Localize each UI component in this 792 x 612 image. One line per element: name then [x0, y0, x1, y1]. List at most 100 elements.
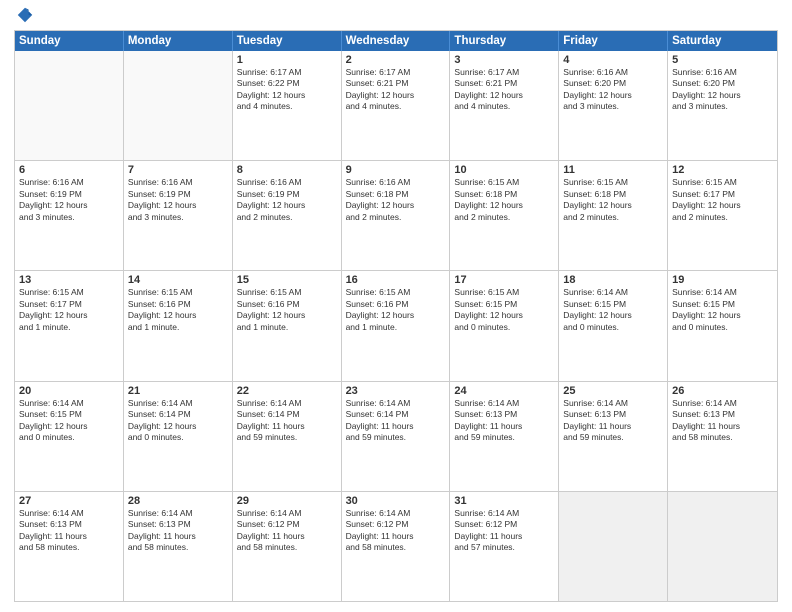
cell-info-text: Sunrise: 6:17 AMSunset: 6:22 PMDaylight:…	[237, 67, 337, 113]
cal-cell: 17Sunrise: 6:15 AMSunset: 6:15 PMDayligh…	[450, 271, 559, 380]
day-number: 8	[237, 164, 337, 176]
cell-info-text: Sunrise: 6:16 AMSunset: 6:19 PMDaylight:…	[128, 177, 228, 223]
day-number: 30	[346, 495, 446, 507]
cell-info-text: Sunrise: 6:14 AMSunset: 6:15 PMDaylight:…	[672, 287, 773, 333]
cell-info-text: Sunrise: 6:15 AMSunset: 6:18 PMDaylight:…	[563, 177, 663, 223]
day-number: 29	[237, 495, 337, 507]
cal-cell: 18Sunrise: 6:14 AMSunset: 6:15 PMDayligh…	[559, 271, 668, 380]
cell-info-text: Sunrise: 6:16 AMSunset: 6:18 PMDaylight:…	[346, 177, 446, 223]
day-number: 22	[237, 385, 337, 397]
day-number: 7	[128, 164, 228, 176]
cal-cell: 16Sunrise: 6:15 AMSunset: 6:16 PMDayligh…	[342, 271, 451, 380]
cell-info-text: Sunrise: 6:14 AMSunset: 6:15 PMDaylight:…	[19, 398, 119, 444]
cell-info-text: Sunrise: 6:15 AMSunset: 6:17 PMDaylight:…	[19, 287, 119, 333]
cal-cell: 13Sunrise: 6:15 AMSunset: 6:17 PMDayligh…	[15, 271, 124, 380]
day-number: 23	[346, 385, 446, 397]
cell-info-text: Sunrise: 6:16 AMSunset: 6:20 PMDaylight:…	[672, 67, 773, 113]
cal-cell: 3Sunrise: 6:17 AMSunset: 6:21 PMDaylight…	[450, 51, 559, 160]
cell-info-text: Sunrise: 6:14 AMSunset: 6:13 PMDaylight:…	[672, 398, 773, 444]
day-number: 10	[454, 164, 554, 176]
cell-info-text: Sunrise: 6:14 AMSunset: 6:12 PMDaylight:…	[346, 508, 446, 554]
header-cell-monday: Monday	[124, 31, 233, 51]
cal-cell: 15Sunrise: 6:15 AMSunset: 6:16 PMDayligh…	[233, 271, 342, 380]
calendar-row-4: 20Sunrise: 6:14 AMSunset: 6:15 PMDayligh…	[15, 382, 777, 492]
cell-info-text: Sunrise: 6:16 AMSunset: 6:20 PMDaylight:…	[563, 67, 663, 113]
header-cell-sunday: Sunday	[15, 31, 124, 51]
cal-cell	[15, 51, 124, 160]
calendar-row-2: 6Sunrise: 6:16 AMSunset: 6:19 PMDaylight…	[15, 161, 777, 271]
day-number: 28	[128, 495, 228, 507]
day-number: 1	[237, 54, 337, 66]
header-cell-wednesday: Wednesday	[342, 31, 451, 51]
logo	[14, 10, 34, 24]
cell-info-text: Sunrise: 6:14 AMSunset: 6:15 PMDaylight:…	[563, 287, 663, 333]
cell-info-text: Sunrise: 6:15 AMSunset: 6:16 PMDaylight:…	[346, 287, 446, 333]
day-number: 27	[19, 495, 119, 507]
cal-cell: 6Sunrise: 6:16 AMSunset: 6:19 PMDaylight…	[15, 161, 124, 270]
cal-cell: 21Sunrise: 6:14 AMSunset: 6:14 PMDayligh…	[124, 382, 233, 491]
header	[14, 10, 778, 24]
cal-cell: 8Sunrise: 6:16 AMSunset: 6:19 PMDaylight…	[233, 161, 342, 270]
day-number: 14	[128, 274, 228, 286]
cal-cell: 4Sunrise: 6:16 AMSunset: 6:20 PMDaylight…	[559, 51, 668, 160]
cal-cell: 22Sunrise: 6:14 AMSunset: 6:14 PMDayligh…	[233, 382, 342, 491]
day-number: 11	[563, 164, 663, 176]
cal-cell: 5Sunrise: 6:16 AMSunset: 6:20 PMDaylight…	[668, 51, 777, 160]
cell-info-text: Sunrise: 6:14 AMSunset: 6:13 PMDaylight:…	[19, 508, 119, 554]
logo-icon	[16, 6, 34, 24]
calendar-header: SundayMondayTuesdayWednesdayThursdayFrid…	[15, 31, 777, 51]
cal-cell: 7Sunrise: 6:16 AMSunset: 6:19 PMDaylight…	[124, 161, 233, 270]
cal-cell: 28Sunrise: 6:14 AMSunset: 6:13 PMDayligh…	[124, 492, 233, 601]
day-number: 15	[237, 274, 337, 286]
calendar-row-1: 1Sunrise: 6:17 AMSunset: 6:22 PMDaylight…	[15, 51, 777, 161]
cell-info-text: Sunrise: 6:14 AMSunset: 6:12 PMDaylight:…	[454, 508, 554, 554]
day-number: 25	[563, 385, 663, 397]
header-cell-thursday: Thursday	[450, 31, 559, 51]
day-number: 31	[454, 495, 554, 507]
cell-info-text: Sunrise: 6:15 AMSunset: 6:16 PMDaylight:…	[237, 287, 337, 333]
day-number: 26	[672, 385, 773, 397]
cell-info-text: Sunrise: 6:16 AMSunset: 6:19 PMDaylight:…	[237, 177, 337, 223]
cal-cell: 27Sunrise: 6:14 AMSunset: 6:13 PMDayligh…	[15, 492, 124, 601]
cal-cell: 29Sunrise: 6:14 AMSunset: 6:12 PMDayligh…	[233, 492, 342, 601]
cal-cell: 23Sunrise: 6:14 AMSunset: 6:14 PMDayligh…	[342, 382, 451, 491]
cal-cell: 20Sunrise: 6:14 AMSunset: 6:15 PMDayligh…	[15, 382, 124, 491]
cell-info-text: Sunrise: 6:14 AMSunset: 6:14 PMDaylight:…	[346, 398, 446, 444]
cal-cell: 26Sunrise: 6:14 AMSunset: 6:13 PMDayligh…	[668, 382, 777, 491]
calendar-row-3: 13Sunrise: 6:15 AMSunset: 6:17 PMDayligh…	[15, 271, 777, 381]
cal-cell: 10Sunrise: 6:15 AMSunset: 6:18 PMDayligh…	[450, 161, 559, 270]
day-number: 17	[454, 274, 554, 286]
day-number: 19	[672, 274, 773, 286]
cell-info-text: Sunrise: 6:15 AMSunset: 6:18 PMDaylight:…	[454, 177, 554, 223]
cal-cell: 14Sunrise: 6:15 AMSunset: 6:16 PMDayligh…	[124, 271, 233, 380]
cell-info-text: Sunrise: 6:14 AMSunset: 6:14 PMDaylight:…	[128, 398, 228, 444]
cal-cell	[668, 492, 777, 601]
header-cell-saturday: Saturday	[668, 31, 777, 51]
calendar-body: 1Sunrise: 6:17 AMSunset: 6:22 PMDaylight…	[15, 51, 777, 601]
cell-info-text: Sunrise: 6:14 AMSunset: 6:14 PMDaylight:…	[237, 398, 337, 444]
header-cell-friday: Friday	[559, 31, 668, 51]
day-number: 16	[346, 274, 446, 286]
cell-info-text: Sunrise: 6:15 AMSunset: 6:15 PMDaylight:…	[454, 287, 554, 333]
day-number: 21	[128, 385, 228, 397]
cal-cell: 1Sunrise: 6:17 AMSunset: 6:22 PMDaylight…	[233, 51, 342, 160]
calendar-row-5: 27Sunrise: 6:14 AMSunset: 6:13 PMDayligh…	[15, 492, 777, 601]
cal-cell: 11Sunrise: 6:15 AMSunset: 6:18 PMDayligh…	[559, 161, 668, 270]
day-number: 3	[454, 54, 554, 66]
cell-info-text: Sunrise: 6:14 AMSunset: 6:13 PMDaylight:…	[128, 508, 228, 554]
cal-cell: 30Sunrise: 6:14 AMSunset: 6:12 PMDayligh…	[342, 492, 451, 601]
calendar: SundayMondayTuesdayWednesdayThursdayFrid…	[14, 30, 778, 602]
cal-cell: 12Sunrise: 6:15 AMSunset: 6:17 PMDayligh…	[668, 161, 777, 270]
cell-info-text: Sunrise: 6:14 AMSunset: 6:13 PMDaylight:…	[454, 398, 554, 444]
cal-cell: 25Sunrise: 6:14 AMSunset: 6:13 PMDayligh…	[559, 382, 668, 491]
day-number: 6	[19, 164, 119, 176]
cal-cell	[559, 492, 668, 601]
cell-info-text: Sunrise: 6:16 AMSunset: 6:19 PMDaylight:…	[19, 177, 119, 223]
day-number: 12	[672, 164, 773, 176]
cell-info-text: Sunrise: 6:17 AMSunset: 6:21 PMDaylight:…	[454, 67, 554, 113]
page: SundayMondayTuesdayWednesdayThursdayFrid…	[0, 0, 792, 612]
cell-info-text: Sunrise: 6:15 AMSunset: 6:16 PMDaylight:…	[128, 287, 228, 333]
cell-info-text: Sunrise: 6:15 AMSunset: 6:17 PMDaylight:…	[672, 177, 773, 223]
cell-info-text: Sunrise: 6:14 AMSunset: 6:13 PMDaylight:…	[563, 398, 663, 444]
cal-cell: 19Sunrise: 6:14 AMSunset: 6:15 PMDayligh…	[668, 271, 777, 380]
